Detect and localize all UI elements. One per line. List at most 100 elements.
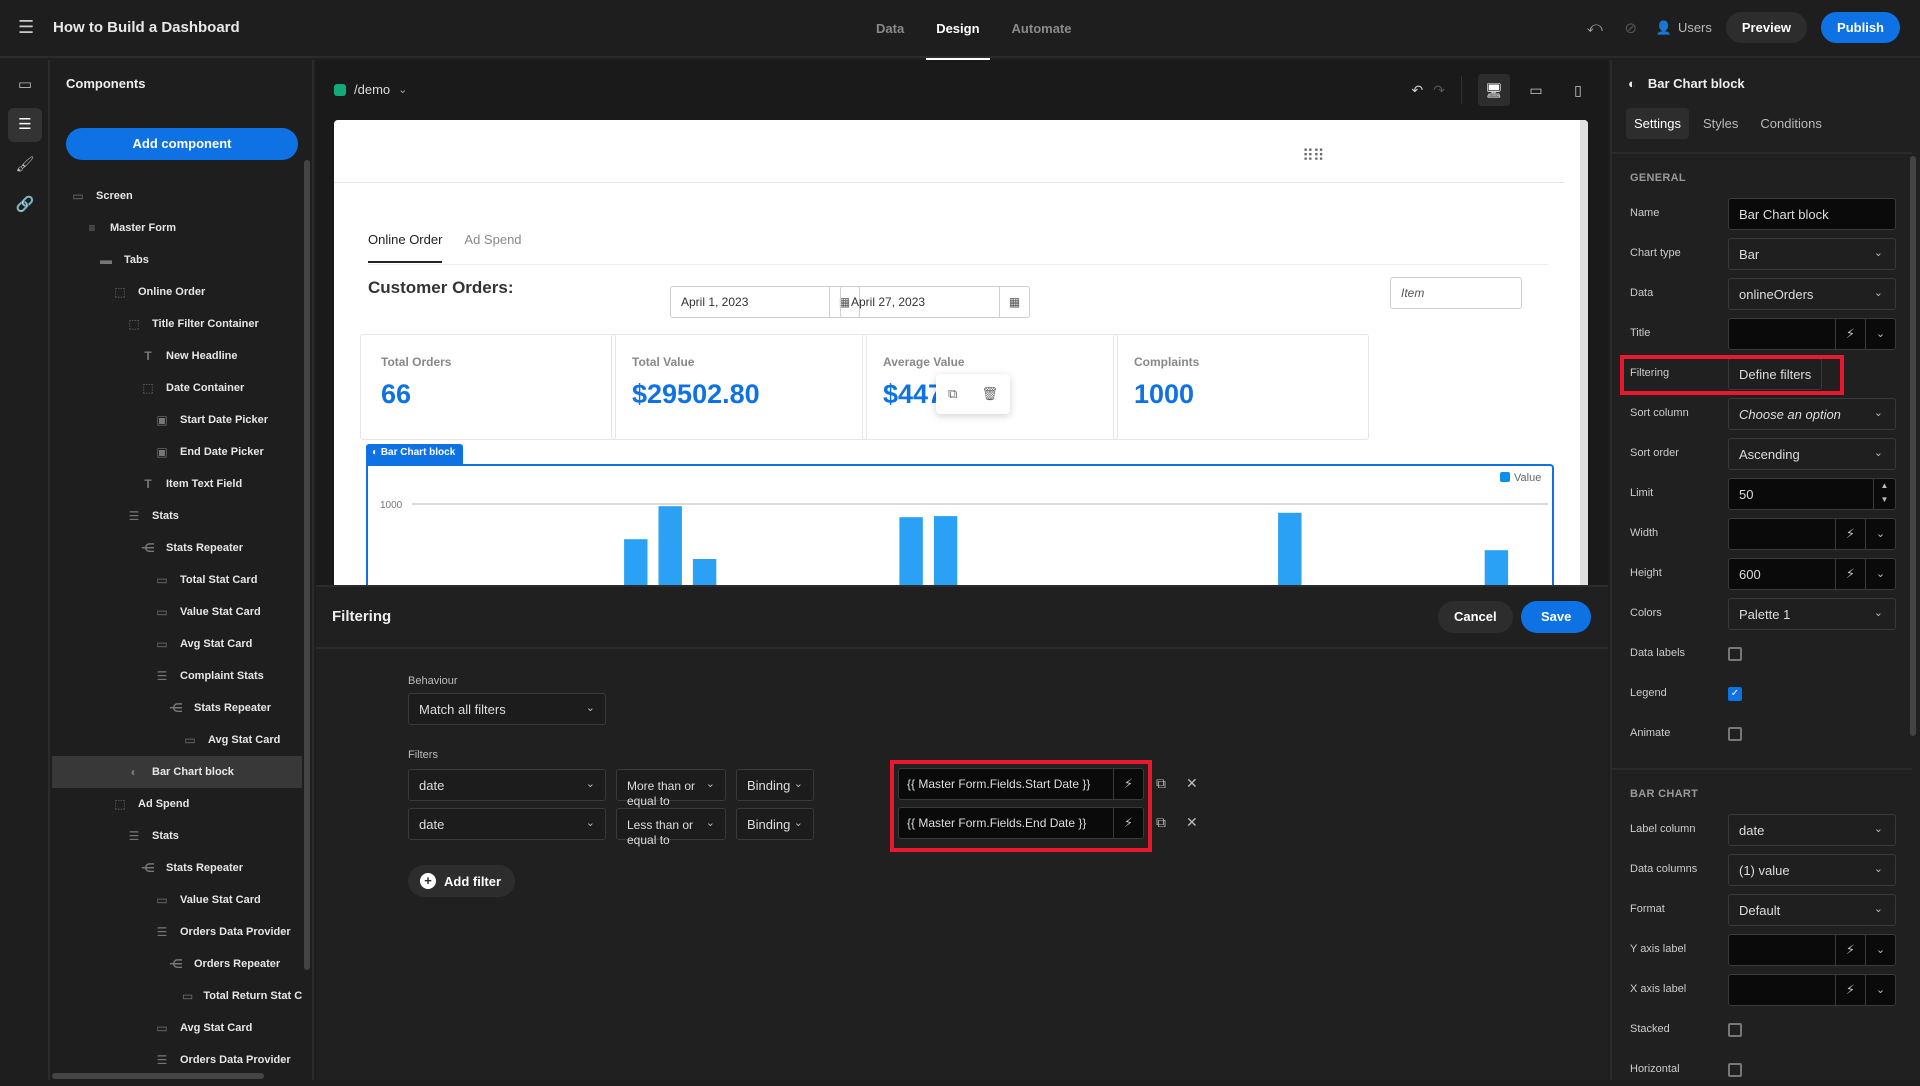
stat-card-complaints[interactable]: Complaints 1000 [1113,334,1369,440]
add-component-button[interactable]: Add component [66,128,298,160]
tree-item[interactable]: ☰ Complaint Stats [52,660,302,692]
start-date-picker[interactable]: April 1, 2023 ▦ [670,286,860,318]
duplicate-filter-icon[interactable]: ⧉ [1156,775,1166,792]
nav-tab-data[interactable]: Data [866,0,914,58]
cancel-button[interactable]: Cancel [1438,601,1513,633]
tree-item[interactable]: ▬ Tabs [52,244,302,276]
title-input[interactable]: ⚡ ⌄ [1728,318,1896,350]
tree-item[interactable]: ☰ Orders Data Provider [52,1044,302,1076]
tree-item[interactable]: ▭ Screen [52,180,302,212]
users-button[interactable]: 👤 Users [1656,20,1712,36]
tree-horizontal-scrollbar[interactable] [52,1073,264,1079]
stepper-arrows-icon[interactable]: ▲ ▼ [1873,479,1895,509]
tab-styles[interactable]: Styles [1695,108,1746,139]
width-input[interactable]: ⚡ ⌄ [1728,518,1896,550]
tree-item[interactable]: ☰ Stats [52,820,302,852]
nav-tab-automate[interactable]: Automate [1002,0,1082,58]
tree-item[interactable]: ≡ Master Form [52,212,302,244]
tree-item[interactable]: ◐ Bar Chart block [52,756,302,788]
chevron-down-icon[interactable]: ⌄ [1865,559,1895,589]
desktop-view-icon[interactable]: 🖥 [1478,74,1510,106]
data-labels-checkbox[interactable] [1728,647,1742,661]
undo-icon[interactable]: ↶ [1412,82,1424,99]
data-columns-select[interactable]: (1) value ⌄ [1728,854,1896,886]
label-column-select[interactable]: date ⌄ [1728,814,1896,846]
add-filter-button[interactable]: + Add filter [408,865,516,897]
tablet-view-icon[interactable]: ▭ [1520,74,1552,106]
format-select[interactable]: Default ⌄ [1728,894,1896,926]
preview-button[interactable]: Preview [1725,12,1808,43]
filter-field-select[interactable]: date ⌄ [408,808,606,840]
tree-item[interactable]: ⋲ Orders Repeater [52,948,302,980]
tree-item[interactable]: ☰ Stats [52,500,302,532]
colors-select[interactable]: Palette 1 ⌄ [1728,598,1896,630]
tab-settings[interactable]: Settings [1626,108,1689,139]
tree-item[interactable]: ▭ Avg Stat Card [52,724,302,756]
mobile-view-icon[interactable]: ▯ [1562,74,1594,106]
publish-button[interactable]: Publish [1821,12,1900,43]
trash-icon[interactable]: 🗑 [981,386,998,402]
name-input[interactable]: Bar Chart block [1728,198,1896,230]
tab-ad-spend[interactable]: Ad Spend [464,232,521,263]
duplicate-icon[interactable]: ⧉ [948,386,957,402]
brush-icon[interactable]: 🖌 [8,148,42,182]
bar-chart-block[interactable]: 1000 Value [366,464,1554,585]
stat-card-total-orders[interactable]: Total Orders 66 [360,334,616,440]
tree-item[interactable]: ▣ End Date Picker [52,436,302,468]
tab-conditions[interactable]: Conditions [1752,108,1829,139]
tree-item[interactable]: ⬚ Ad Spend [52,788,302,820]
save-button[interactable]: Save [1521,601,1592,633]
tree-item[interactable]: ☰ Orders Data Provider [52,916,302,948]
tree-item[interactable]: ⬚ Title Filter Container [52,308,302,340]
tree-item[interactable]: T New Headline [52,340,302,372]
limit-input[interactable]: 50 ▲ ▼ [1728,478,1896,510]
hamburger-menu-icon[interactable]: ☰ [18,18,36,36]
tree-item[interactable]: ▭ Total Return Stat Card [52,980,302,1012]
filter-field-select[interactable]: date ⌄ [408,769,606,801]
chevron-down-icon[interactable]: ⌄ [1865,519,1895,549]
tree-item[interactable]: ▭ Avg Stat Card [52,628,302,660]
tab-online-order[interactable]: Online Order [368,232,443,263]
lightning-bolt-icon[interactable]: ⚡ [1835,519,1865,549]
duplicate-filter-icon[interactable]: ⧉ [1156,814,1166,831]
tree-item[interactable]: ⋲ Stats Repeater [52,532,302,564]
y-axis-label-input[interactable]: ⚡ ⌄ [1728,934,1896,966]
legend-checkbox[interactable]: ✓ [1728,687,1742,701]
tree-item[interactable]: ▭ Value Stat Card [52,884,302,916]
tree-item[interactable]: ⬚ Online Order [52,276,302,308]
tree-item[interactable]: ▭ Avg Stat Card [52,1012,302,1044]
behaviour-select[interactable]: Match all filters ⌄ [408,693,606,725]
item-text-field[interactable]: Item [1390,277,1522,309]
x-axis-label-input[interactable]: ⚡ ⌄ [1728,974,1896,1006]
tree-item[interactable]: ⋲ Stats Repeater [52,692,302,724]
stacked-checkbox[interactable] [1728,1023,1742,1037]
horizontal-checkbox[interactable] [1728,1063,1742,1077]
lightning-bolt-icon[interactable]: ⚡ [1835,935,1865,965]
tree-item[interactable]: ▭ Value Stat Card [52,596,302,628]
nav-tab-design[interactable]: Design [926,0,990,60]
data-source-select[interactable]: onlineOrders ⌄ [1728,278,1896,310]
chevron-down-icon[interactable]: ⌄ [1865,935,1895,965]
height-input[interactable]: 600 ⚡ ⌄ [1728,558,1896,590]
calendar-icon[interactable]: ▦ [999,287,1029,317]
tree-scrollbar[interactable] [304,160,310,970]
tree-item[interactable]: ▭ Total Stat Card [52,564,302,596]
remove-filter-icon[interactable]: ✕ [1186,814,1198,831]
filter-type-select[interactable]: Binding ⌄ [736,808,814,840]
sort-order-select[interactable]: Ascending ⌄ [1728,438,1896,470]
tree-item[interactable]: ▣ Start Date Picker [52,404,302,436]
tree-item[interactable]: T Item Text Field [52,468,302,500]
animate-checkbox[interactable] [1728,727,1742,741]
chevron-down-icon[interactable]: ⌄ [1865,319,1895,349]
chart-block-tag[interactable]: ◐ Bar Chart block [366,444,464,464]
tree-item[interactable]: ⋲ Stats Repeater [52,852,302,884]
sort-column-select[interactable]: Choose an option ⌄ [1728,398,1896,430]
stat-card-total-value[interactable]: Total Value $29502.80 [611,334,867,440]
redo-icon[interactable]: ↷ [1433,82,1445,99]
link-icon[interactable]: 🔗 [8,188,42,222]
drag-grip-icon[interactable]: ⠿⠿ [1302,146,1324,166]
filter-type-select[interactable]: Binding ⌄ [736,769,814,801]
route-selector[interactable]: /demo ⌄ [334,82,407,97]
remove-filter-icon[interactable]: ✕ [1186,775,1198,792]
filter-operator-select[interactable]: More than or equal to ⌄ [616,769,726,808]
